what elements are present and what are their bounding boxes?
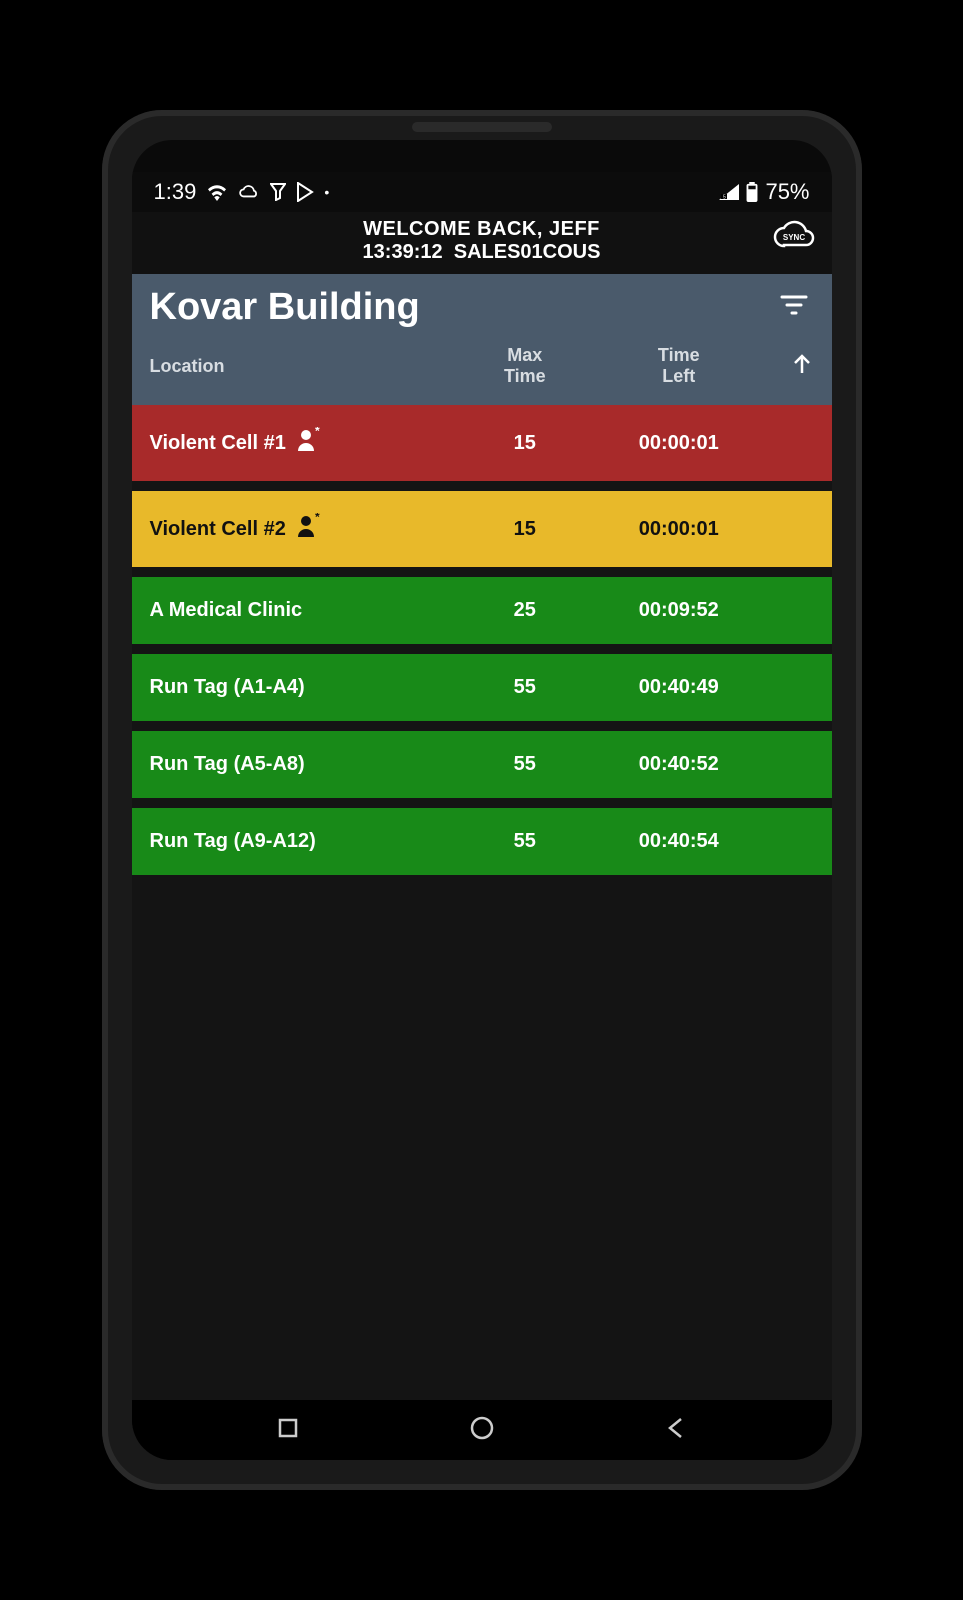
location-row[interactable]: Run Tag (A5-A8) 5500:40:52 [132, 731, 832, 798]
col-header-location[interactable]: Location [150, 356, 458, 377]
location-name: A Medical Clinic [150, 599, 303, 622]
play-icon [296, 182, 314, 202]
status-left: 1:39 • [154, 179, 330, 205]
time-left-cell: 00:00:01 [592, 432, 765, 455]
svg-text:5: 5 [723, 195, 726, 201]
header-time: 13:39:12 [363, 241, 443, 263]
app-header: WELCOME BACK, JEFF 13:39:12 SALES01COUS … [132, 212, 832, 274]
nav-back-button[interactable] [655, 1406, 697, 1455]
sync-label: SYNC [782, 233, 804, 242]
title-bar: Kovar Building Location MaxTime TimeLeft [132, 274, 832, 405]
page-title: Kovar Building [150, 286, 420, 329]
location-cell: Run Tag (A1-A4) [150, 676, 458, 699]
location-cell: Violent Cell #2 * [150, 513, 458, 545]
status-right: 5 75% [719, 179, 809, 205]
location-row[interactable]: Run Tag (A9-A12) 5500:40:54 [132, 808, 832, 875]
location-name: Run Tag (A5-A8) [150, 753, 305, 776]
device-speaker [412, 122, 552, 132]
wifi-icon [206, 183, 228, 201]
filter-button[interactable] [774, 288, 814, 327]
svg-text:*: * [315, 427, 320, 438]
max-time-cell: 15 [457, 432, 592, 455]
status-time: 1:39 [154, 179, 197, 205]
location-row[interactable]: Violent Cell #1 * 1500:00:01 [132, 405, 832, 481]
max-time-cell: 25 [457, 599, 592, 622]
android-nav-bar [132, 1400, 832, 1460]
cloud-icon [238, 184, 260, 200]
location-list: Violent Cell #1*1500:00:01Violent Cell #… [132, 405, 832, 1400]
max-time-cell: 15 [457, 518, 592, 541]
nav-recent-button[interactable] [266, 1406, 310, 1455]
max-time-cell: 55 [457, 830, 592, 853]
signal-icon: 5 [719, 184, 739, 200]
device-frame: 1:39 • 5 [102, 110, 862, 1490]
location-row[interactable]: Violent Cell #2 * 1500:00:01 [132, 491, 832, 567]
person-alert-icon: * [296, 513, 322, 545]
header-device-id: SALES01COUS [454, 241, 601, 263]
sort-button[interactable] [765, 353, 813, 380]
status-dot: • [324, 184, 329, 200]
battery-percent: 75% [765, 179, 809, 205]
time-left-cell: 00:09:52 [592, 599, 765, 622]
col-header-time-left[interactable]: TimeLeft [592, 345, 765, 387]
time-left-cell: 00:40:52 [592, 753, 765, 776]
android-status-bar: 1:39 • 5 [132, 172, 832, 212]
time-left-cell: 00:40:49 [592, 676, 765, 699]
column-headers: Location MaxTime TimeLeft [132, 335, 832, 405]
welcome-text: WELCOME BACK, JEFF [142, 218, 822, 241]
svg-text:*: * [315, 513, 320, 524]
location-name: Run Tag (A9-A12) [150, 830, 316, 853]
nav-home-button[interactable] [459, 1405, 505, 1456]
battery-icon [745, 182, 759, 202]
location-cell: Run Tag (A9-A12) [150, 830, 458, 853]
location-row[interactable]: Run Tag (A1-A4) 5500:40:49 [132, 654, 832, 721]
person-alert-icon: * [296, 427, 322, 459]
max-time-cell: 55 [457, 676, 592, 699]
filter-status-icon [270, 183, 286, 201]
time-left-cell: 00:40:54 [592, 830, 765, 853]
location-cell: Violent Cell #1 * [150, 427, 458, 459]
location-row[interactable]: A Medical Clinic 2500:09:52 [132, 577, 832, 644]
location-name: Run Tag (A1-A4) [150, 676, 305, 699]
header-subline: 13:39:12 SALES01COUS [142, 241, 822, 264]
screen: 1:39 • 5 [132, 172, 832, 1400]
time-left-cell: 00:00:01 [592, 518, 765, 541]
location-cell: A Medical Clinic [150, 599, 458, 622]
location-name: Violent Cell #1 [150, 432, 286, 455]
device-inner: 1:39 • 5 [132, 140, 832, 1460]
sync-button[interactable]: SYNC [772, 218, 816, 252]
location-name: Violent Cell #2 [150, 518, 286, 541]
location-cell: Run Tag (A5-A8) [150, 753, 458, 776]
col-header-max-time[interactable]: MaxTime [457, 345, 592, 387]
max-time-cell: 55 [457, 753, 592, 776]
